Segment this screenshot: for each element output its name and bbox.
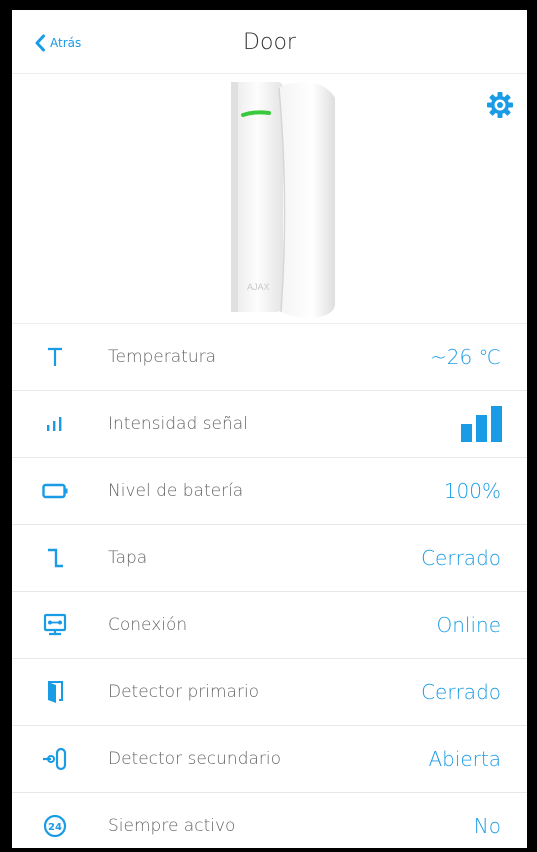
- row-always-active: 24 Siempre activo No: [12, 793, 527, 848]
- status-list: Temperatura ~26 ℃ Intensidad señal Nivel…: [12, 324, 527, 848]
- svg-text:AJAX: AJAX: [247, 282, 270, 292]
- row-label: Conexión: [108, 615, 188, 635]
- always-active-24-icon: 24: [42, 813, 68, 839]
- secondary-detector-icon: [42, 746, 68, 772]
- row-label: Tapa: [108, 548, 148, 568]
- row-value: No: [473, 814, 501, 838]
- door-detector-image: AJAX: [231, 82, 335, 318]
- row-value: Cerrado: [421, 546, 501, 570]
- row-label: Temperatura: [108, 347, 217, 367]
- tamper-lid-icon: [42, 545, 68, 571]
- row-label: Nivel de batería: [108, 481, 244, 501]
- device-detail-screen: Atrás Door AJAX Temperatura ~26 ℃ Intens…: [12, 10, 527, 848]
- row-temperature: Temperatura ~26 ℃: [12, 324, 527, 391]
- door-primary-icon: [42, 679, 68, 705]
- temperature-icon: [42, 344, 68, 370]
- row-value: Online: [436, 613, 501, 637]
- row-battery: Nivel de batería 100%: [12, 458, 527, 525]
- connection-icon: [42, 612, 68, 638]
- row-signal: Intensidad señal: [12, 391, 527, 458]
- signal-level-bars: [461, 406, 502, 442]
- row-primary-detector: Detector primario Cerrado: [12, 659, 527, 726]
- row-label: Siempre activo: [108, 816, 236, 836]
- gear-icon[interactable]: [485, 90, 515, 120]
- row-value: Cerrado: [421, 680, 501, 704]
- device-hero: AJAX: [12, 74, 527, 324]
- row-label: Detector secundario: [108, 749, 282, 769]
- row-tamper: Tapa Cerrado: [12, 525, 527, 592]
- row-label: Detector primario: [108, 682, 260, 702]
- header: Atrás Door: [12, 10, 527, 74]
- row-value: Abierta: [428, 747, 501, 771]
- row-connection: Conexión Online: [12, 592, 527, 659]
- page-title: Door: [243, 30, 296, 55]
- row-value: 100%: [443, 479, 501, 503]
- signal-strength-icon: [42, 411, 68, 437]
- battery-icon: [42, 478, 68, 504]
- row-label: Intensidad señal: [108, 414, 248, 434]
- row-secondary-detector: Detector secundario Abierta: [12, 726, 527, 793]
- svg-text:24: 24: [48, 822, 62, 833]
- row-value: ~26 ℃: [429, 345, 501, 369]
